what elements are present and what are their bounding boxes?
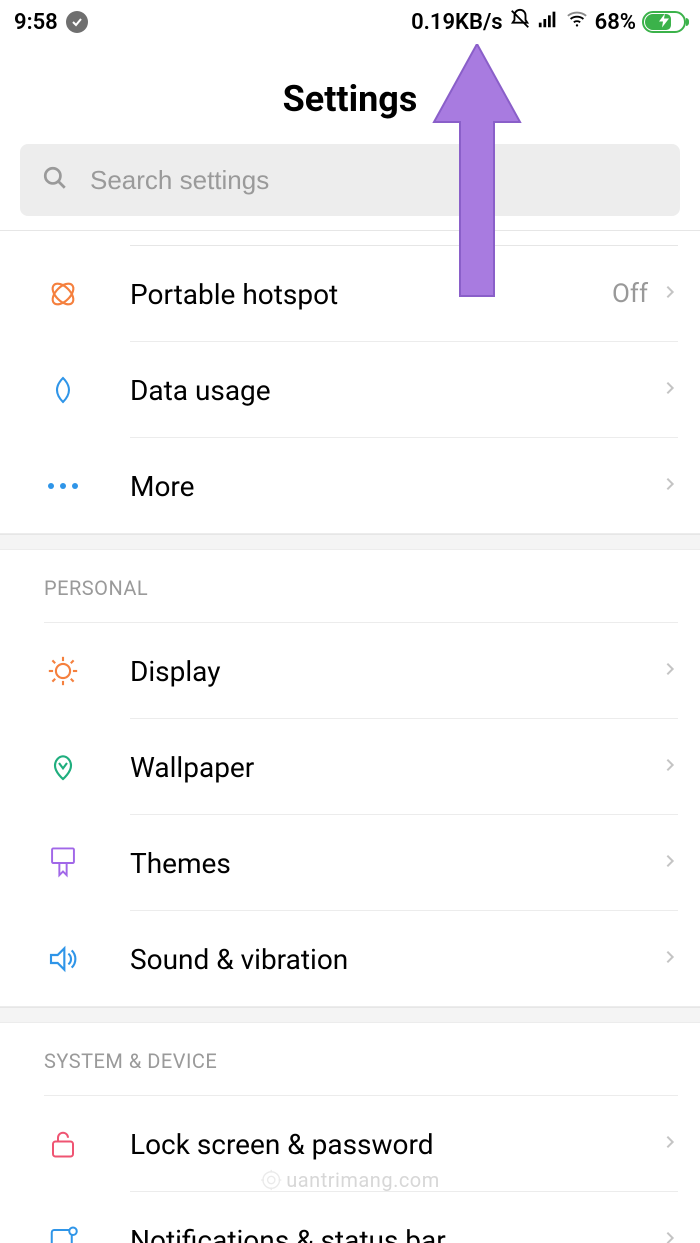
cellular-icon (537, 8, 559, 36)
row-label: Data usage (130, 374, 662, 407)
check-circle-icon (66, 11, 88, 33)
row-label: Notifications & status bar (130, 1224, 662, 1243)
chevron-right-icon (662, 471, 678, 501)
row-more[interactable]: More (0, 438, 700, 534)
row-display[interactable]: Display (0, 623, 700, 719)
row-label: Themes (130, 847, 662, 880)
wallpaper-icon (44, 748, 82, 786)
dnd-icon (509, 8, 531, 36)
battery-icon (642, 11, 686, 33)
row-notifications[interactable]: Notifications & status bar (0, 1192, 700, 1243)
watermark: uantrimang.com (260, 1168, 440, 1192)
row-label: Portable hotspot (130, 278, 612, 311)
search-bar[interactable] (20, 144, 680, 216)
row-label: Sound & vibration (130, 943, 662, 976)
notifications-icon (44, 1221, 82, 1243)
sound-icon (44, 940, 82, 978)
clock: 9:58 (14, 10, 58, 35)
chevron-right-icon (662, 752, 678, 782)
row-label: Wallpaper (130, 751, 662, 784)
row-portable-hotspot[interactable]: Portable hotspot Off (0, 246, 700, 342)
chevron-right-icon (662, 848, 678, 878)
section-header-system-device: SYSTEM & DEVICE (0, 1023, 700, 1095)
row-wallpaper[interactable]: Wallpaper (0, 719, 700, 815)
row-label: Display (130, 655, 662, 688)
display-icon (44, 652, 82, 690)
themes-icon (44, 844, 82, 882)
wifi-icon (565, 8, 589, 36)
chevron-right-icon (662, 279, 678, 309)
lock-icon (44, 1125, 82, 1163)
chevron-right-icon (662, 375, 678, 405)
status-right: 0.19KB/s 68% (411, 8, 686, 36)
watermark-text: uantrimang.com (286, 1168, 440, 1192)
hotspot-icon (44, 275, 82, 313)
chevron-right-icon (662, 944, 678, 974)
chevron-right-icon (662, 1129, 678, 1159)
chevron-right-icon (662, 1225, 678, 1243)
row-data-usage[interactable]: Data usage (0, 342, 700, 438)
row-value: Off (612, 279, 648, 309)
page-title: Settings (0, 78, 700, 120)
search-icon (42, 165, 68, 195)
row-label: Lock screen & password (130, 1128, 662, 1161)
search-input[interactable] (90, 165, 658, 196)
data-rate: 0.19KB/s (411, 10, 503, 35)
row-themes[interactable]: Themes (0, 815, 700, 911)
status-left: 9:58 (14, 10, 88, 35)
data-usage-icon (44, 371, 82, 409)
status-bar: 9:58 0.19KB/s 68% (0, 0, 700, 38)
chevron-right-icon (662, 656, 678, 686)
more-icon (44, 467, 82, 505)
row-label: More (130, 470, 662, 503)
battery-percent: 68% (595, 10, 636, 35)
row-sound-vibration[interactable]: Sound & vibration (0, 911, 700, 1007)
section-header-personal: PERSONAL (0, 550, 700, 622)
